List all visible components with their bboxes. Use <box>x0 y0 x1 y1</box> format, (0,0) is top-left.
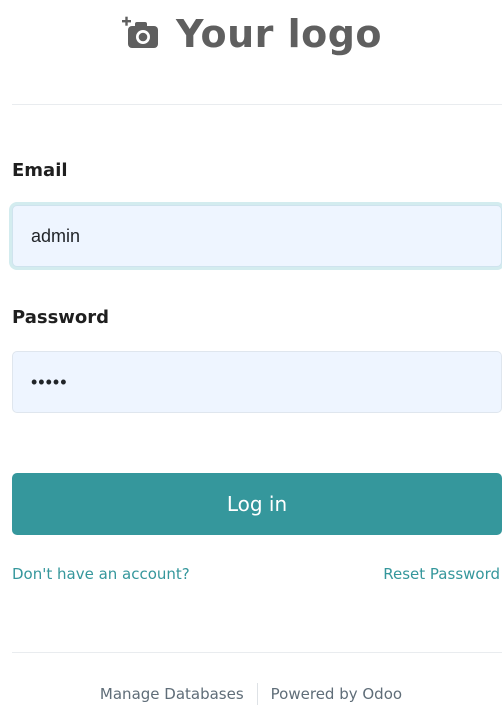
email-label: Email <box>12 160 68 181</box>
footer-divider <box>12 652 502 653</box>
signup-link[interactable]: Don't have an account? <box>12 565 190 583</box>
powered-by-link[interactable]: Powered by Odoo <box>271 685 402 703</box>
camera-add-icon <box>121 16 158 48</box>
logo-text: Your logo <box>175 12 383 56</box>
brand-logo: Your logo <box>0 6 502 62</box>
login-button[interactable]: Log in <box>12 473 502 535</box>
password-field[interactable] <box>12 351 502 413</box>
password-label: Password <box>12 307 110 328</box>
manage-databases-link[interactable]: Manage Databases <box>100 685 244 703</box>
footer: Manage Databases Powered by Odoo <box>0 683 502 705</box>
footer-separator <box>256 683 258 705</box>
header-divider <box>12 104 502 105</box>
reset-password-link[interactable]: Reset Password <box>383 565 500 583</box>
email-field[interactable] <box>12 205 502 267</box>
